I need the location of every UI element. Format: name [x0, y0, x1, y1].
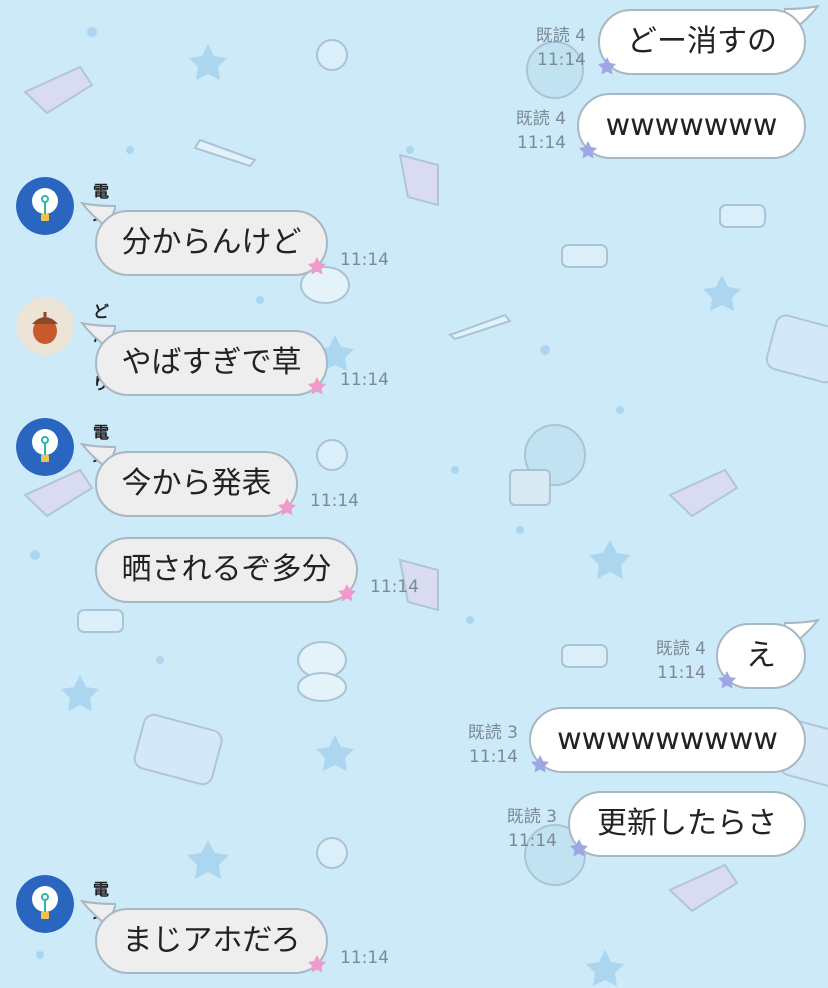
star-icon	[308, 377, 326, 395]
lightbulb-icon	[16, 177, 74, 235]
star-icon	[718, 671, 736, 689]
star-icon	[308, 955, 326, 973]
message-meta: 既読 4 11:14	[630, 637, 706, 685]
read-receipt: 既読 4	[655, 639, 706, 659]
message-bubble[interactable]: wwwwwwwww	[529, 707, 806, 773]
message-bubble[interactable]: 晒されるぞ多分	[95, 537, 358, 603]
character-decoration	[297, 672, 347, 702]
message-time: 11:14	[310, 491, 359, 511]
read-receipt: 既読 3	[506, 807, 557, 827]
message-bubble[interactable]: まじアホだろ	[95, 908, 328, 974]
message-meta: 既読 3 11:14	[481, 805, 557, 853]
message-time: 11:14	[340, 370, 389, 390]
cushion-decoration	[133, 713, 223, 786]
pillow-decoration	[23, 468, 94, 518]
bottle-decoration	[316, 837, 348, 869]
star-decoration	[703, 275, 741, 311]
message-bubble[interactable]: 今から発表	[95, 451, 298, 517]
message-bubble[interactable]: やばすぎで草	[95, 330, 328, 396]
star-decoration	[189, 44, 227, 80]
pillow-decoration	[398, 153, 439, 207]
pillow-decoration	[23, 65, 94, 115]
lightbulb-icon	[16, 418, 74, 476]
message-time: 11:14	[340, 250, 389, 270]
acorn-icon	[16, 297, 74, 355]
message-time: 11:14	[340, 948, 389, 968]
message-meta: 既読 3 11:14	[442, 721, 518, 769]
star-icon	[579, 141, 597, 159]
airplane-decoration	[193, 138, 257, 168]
message-meta: 既読 4 11:14	[510, 24, 586, 72]
cushion-decoration	[765, 314, 828, 384]
message-meta: 既読 4 11:14	[490, 107, 566, 155]
plant-pot-decoration	[509, 469, 551, 506]
message-time: 11:14	[469, 747, 518, 767]
message-time: 11:14	[517, 133, 566, 153]
car-decoration	[561, 644, 608, 668]
star-icon	[570, 839, 588, 857]
read-receipt: 既読 4	[515, 109, 566, 129]
read-receipt: 既読 3	[467, 723, 518, 743]
star-decoration	[187, 840, 229, 879]
star-icon	[308, 257, 326, 275]
pillow-decoration	[668, 863, 739, 913]
star-icon	[338, 584, 356, 602]
star-icon	[531, 755, 549, 773]
car-decoration	[77, 609, 124, 633]
read-receipt: 既読 4	[535, 26, 586, 46]
star-decoration	[589, 540, 631, 579]
lightbulb-avatar[interactable]	[16, 418, 74, 476]
message-time: 11:14	[508, 831, 557, 851]
star-decoration	[316, 735, 354, 771]
airplane-decoration	[447, 313, 512, 341]
star-icon	[278, 498, 296, 516]
pillow-decoration	[668, 468, 739, 518]
car-decoration	[719, 204, 766, 228]
car-decoration	[561, 244, 608, 268]
message-time: 11:14	[370, 577, 419, 597]
message-time: 11:14	[537, 50, 586, 70]
message-bubble[interactable]: wwwwwww	[577, 93, 806, 159]
lightbulb-avatar[interactable]	[16, 875, 74, 933]
message-bubble[interactable]: どー消すの	[598, 9, 806, 75]
star-decoration	[61, 675, 99, 711]
message-bubble[interactable]: 更新したらさ	[568, 791, 806, 857]
lightbulb-avatar[interactable]	[16, 177, 74, 235]
acorn-avatar[interactable]	[16, 297, 74, 355]
message-bubble[interactable]: 分からんけど	[95, 210, 328, 276]
bottle-decoration	[316, 439, 348, 471]
lightbulb-icon	[16, 875, 74, 933]
star-icon	[598, 57, 616, 75]
star-decoration	[586, 950, 624, 986]
message-time: 11:14	[657, 663, 706, 683]
bottle-decoration	[316, 39, 348, 71]
